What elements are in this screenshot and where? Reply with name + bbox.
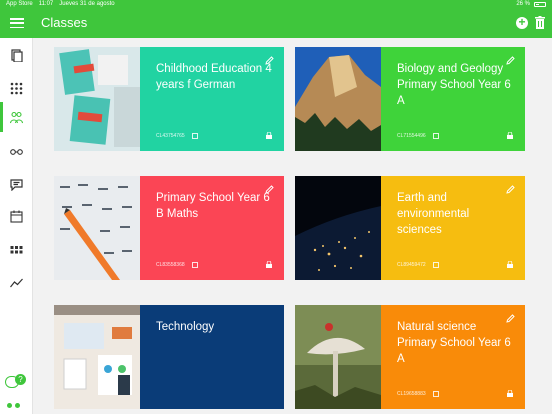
class-code: CL71554496 <box>397 133 439 139</box>
users-icon <box>10 111 23 123</box>
copy-code-icon[interactable] <box>191 262 198 268</box>
class-title: Earth and environmental sciences <box>397 192 470 236</box>
class-card[interactable]: Natural science Primary School Year 6 A … <box>295 305 525 409</box>
class-title: Primary School Year 6 B Maths <box>156 192 270 220</box>
class-photo-desk <box>54 305 140 409</box>
sidebar-item-glasses[interactable] <box>0 136 33 166</box>
class-photo-earth-night <box>295 176 381 280</box>
class-card-panel: Childhood Education 4 years f German CL4… <box>140 47 284 151</box>
add-class-button[interactable]: + <box>516 16 528 29</box>
pencil-icon[interactable] <box>265 185 274 194</box>
app-header: Classes + <box>0 9 552 38</box>
class-card-panel: Primary School Year 6 B Maths CL83558368 <box>140 176 284 280</box>
lock-icon[interactable] <box>266 261 272 268</box>
class-code: CL43754765 <box>156 133 198 139</box>
lock-icon[interactable] <box>507 132 513 139</box>
copy-code-icon[interactable] <box>191 133 198 139</box>
trash-icon[interactable] <box>535 16 545 29</box>
pencil-icon[interactable] <box>506 56 515 65</box>
class-title: Childhood Education 4 years f German <box>156 63 272 91</box>
status-dots <box>7 403 20 408</box>
class-card[interactable]: Childhood Education 4 years f German CL4… <box>54 47 284 151</box>
sidebar: ? <box>0 38 33 414</box>
class-photo-berlin-postcards <box>54 47 140 151</box>
class-title: Natural science Primary School Year 6 A <box>397 321 511 365</box>
class-code: CL83558368 <box>156 262 198 268</box>
apps-grid-icon <box>10 245 23 253</box>
calendar-icon <box>10 210 23 223</box>
glasses-icon <box>10 148 23 155</box>
class-card[interactable]: Primary School Year 6 B Maths CL83558368 <box>54 176 284 280</box>
class-card[interactable]: Technology <box>54 305 284 409</box>
sidebar-item-messages[interactable] <box>0 169 33 199</box>
chat-icon <box>10 178 23 191</box>
lock-icon[interactable] <box>266 132 272 139</box>
sidebar-item-grid[interactable] <box>0 73 33 103</box>
document-copy-icon <box>11 48 23 62</box>
class-card[interactable]: Biology and Geology Primary School Year … <box>295 47 525 151</box>
class-card-panel: Earth and environmental sciences CL89459… <box>381 176 525 280</box>
trend-line-icon <box>10 278 23 287</box>
status-date: Jueves 31 de agosto <box>59 1 115 7</box>
class-card-panel: Biology and Geology Primary School Year … <box>381 47 525 151</box>
help-chat-button[interactable]: ? <box>5 374 27 396</box>
class-title: Technology <box>156 321 215 333</box>
status-time: 11:07 <box>38 1 54 7</box>
class-title: Biology and Geology Primary School Year … <box>397 63 511 107</box>
class-photo-mushroom <box>295 305 381 409</box>
sidebar-item-documents[interactable] <box>0 40 33 70</box>
class-photo-math-worksheet <box>54 176 140 280</box>
lock-icon[interactable] <box>507 261 513 268</box>
pencil-icon[interactable] <box>506 185 515 194</box>
class-photo-mountain <box>295 47 381 151</box>
copy-code-icon[interactable] <box>432 133 439 139</box>
class-code: CL19658883 <box>397 391 439 397</box>
sidebar-item-apps[interactable] <box>0 234 33 264</box>
status-back-app[interactable]: App Store <box>6 0 33 9</box>
pencil-icon[interactable] <box>265 56 274 65</box>
lock-icon[interactable] <box>507 390 513 397</box>
class-card-panel: Natural science Primary School Year 6 A … <box>381 305 525 409</box>
class-card-panel: Technology <box>140 305 284 409</box>
sidebar-item-classes[interactable] <box>0 102 33 132</box>
dot-grid-icon <box>10 82 23 94</box>
pencil-icon[interactable] <box>506 314 515 323</box>
copy-code-icon[interactable] <box>432 262 439 268</box>
sidebar-item-calendar[interactable] <box>0 201 33 231</box>
class-code: CL89459472 <box>397 262 439 268</box>
class-card[interactable]: Earth and environmental sciences CL89459… <box>295 176 525 280</box>
battery-icon <box>534 2 546 7</box>
status-bar: App Store 11:07 Jueves 31 de agosto 26 % <box>0 0 552 9</box>
page-title: Classes <box>41 15 88 30</box>
sidebar-item-statistics[interactable] <box>0 267 33 297</box>
copy-code-icon[interactable] <box>432 391 439 397</box>
status-battery-percent: 26 % <box>516 1 530 7</box>
hamburger-menu-button[interactable] <box>10 16 24 30</box>
help-badge: ? <box>15 374 26 385</box>
